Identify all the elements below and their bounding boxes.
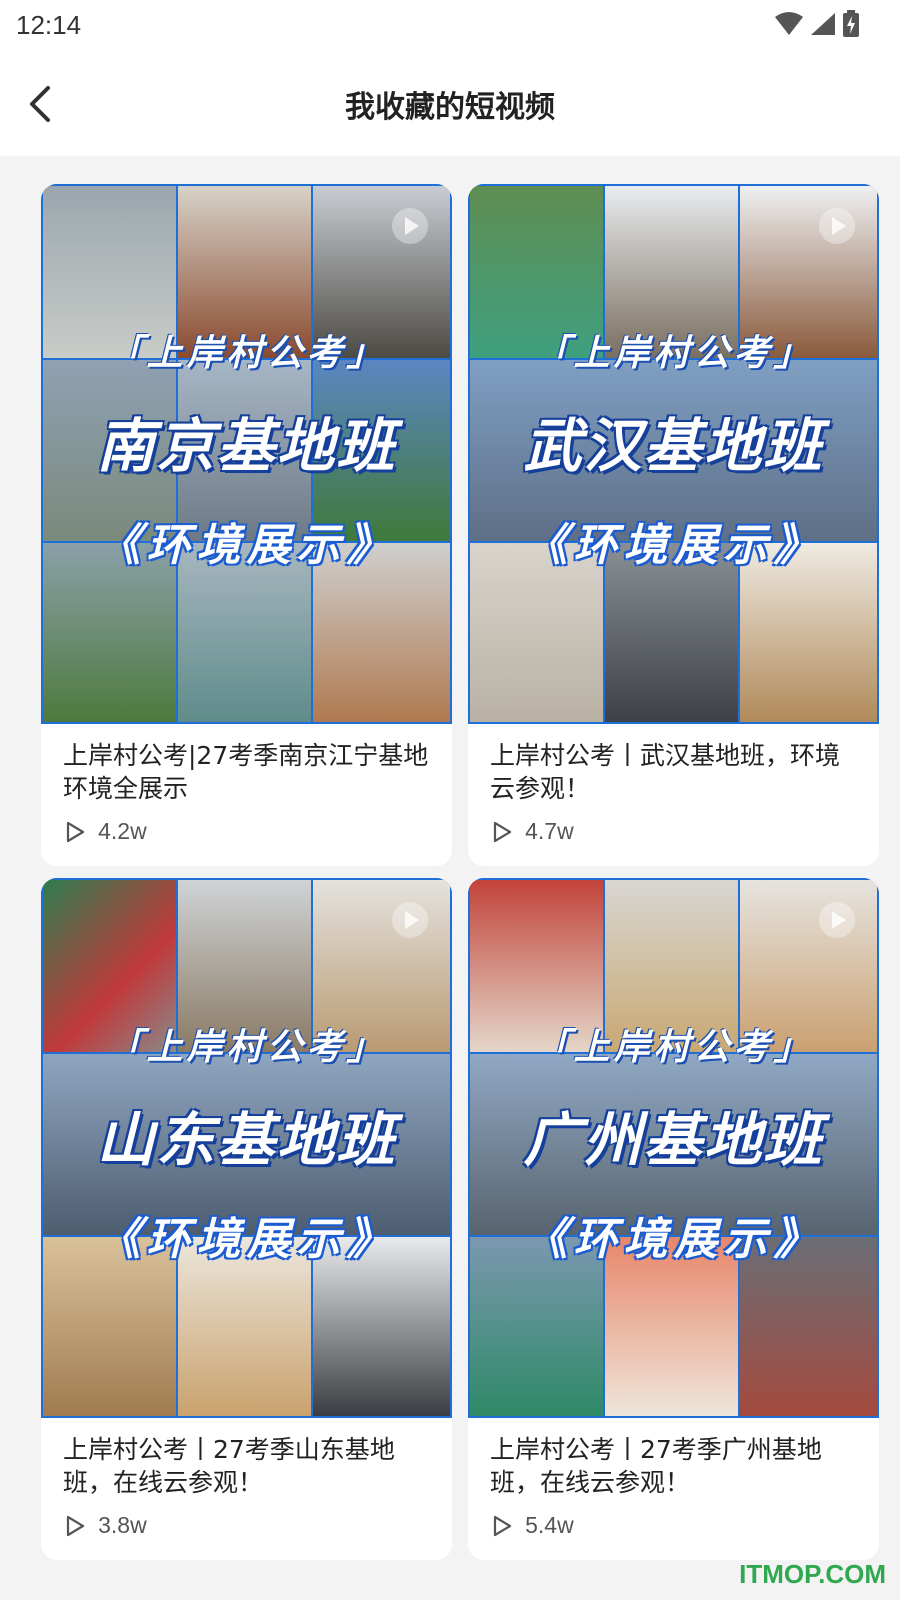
thumb-subtitle: 《环境展示》 bbox=[96, 520, 397, 571]
thumb-brand-text: 「上岸村公考」 bbox=[533, 332, 814, 374]
video-title[interactable]: 上岸村公考丨27考季山东基地班，在线云参观！ bbox=[63, 1433, 434, 1499]
view-count-value: 4.2w bbox=[98, 818, 147, 844]
watermark: ITMOP.COM bbox=[739, 1559, 886, 1589]
thumb-base-title: 武汉基地班 bbox=[523, 412, 824, 480]
play-count-icon bbox=[493, 1515, 512, 1536]
video-card[interactable]: 「上岸村公考」 广州基地班 《环境展示》 上岸村公考丨27考季广州基地班，在线云… bbox=[468, 878, 879, 1560]
view-count-value: 5.4w bbox=[525, 1512, 574, 1538]
view-count: 5.4w bbox=[490, 1512, 574, 1540]
signal-icon bbox=[810, 13, 835, 35]
thumb-base-title: 广州基地班 bbox=[523, 1106, 824, 1174]
wifi-icon bbox=[774, 12, 803, 35]
view-count-value: 3.8w bbox=[98, 1512, 147, 1538]
thumb-subtitle: 《环境展示》 bbox=[523, 1214, 824, 1265]
thumb-base-title: 山东基地班 bbox=[96, 1106, 397, 1174]
video-thumbnail[interactable]: 「上岸村公考」 武汉基地班 《环境展示》 bbox=[468, 184, 879, 724]
header: 我收藏的短视频 bbox=[0, 52, 900, 156]
play-icon bbox=[392, 208, 428, 244]
thumb-base-title: 南京基地班 bbox=[96, 412, 397, 480]
thumb-brand-text: 「上岸村公考」 bbox=[106, 332, 387, 374]
play-count-icon bbox=[66, 821, 85, 842]
video-grid: 「上岸村公考」 南京基地班 《环境展示》 上岸村公考|27考季南京江宁基地环境全… bbox=[0, 156, 900, 1600]
thumb-brand-text: 「上岸村公考」 bbox=[533, 1026, 814, 1068]
thumb-subtitle: 《环境展示》 bbox=[523, 520, 824, 571]
video-card[interactable]: 「上岸村公考」 南京基地班 《环境展示》 上岸村公考|27考季南京江宁基地环境全… bbox=[41, 184, 452, 866]
status-bar: 12:14 bbox=[0, 0, 900, 52]
video-title[interactable]: 上岸村公考|27考季南京江宁基地环境全展示 bbox=[63, 739, 434, 805]
play-icon bbox=[819, 902, 855, 938]
thumb-subtitle: 《环境展示》 bbox=[96, 1214, 397, 1265]
view-count-value: 4.7w bbox=[525, 818, 574, 844]
view-count: 4.2w bbox=[63, 818, 147, 846]
video-thumbnail[interactable]: 「上岸村公考」 南京基地班 《环境展示》 bbox=[41, 184, 452, 724]
status-time: 12:14 bbox=[16, 10, 82, 40]
video-card[interactable]: 「上岸村公考」 山东基地班 《环境展示》 上岸村公考丨27考季山东基地班，在线云… bbox=[41, 878, 452, 1560]
status-icons bbox=[774, 10, 860, 38]
video-card[interactable]: 「上岸村公考」 武汉基地班 《环境展示》 上岸村公考丨武汉基地班，环境云参观！ … bbox=[468, 184, 879, 866]
page-title: 我收藏的短视频 bbox=[345, 90, 555, 125]
view-count: 4.7w bbox=[490, 818, 574, 846]
video-title[interactable]: 上岸村公考丨武汉基地班，环境云参观！ bbox=[490, 739, 861, 805]
video-title[interactable]: 上岸村公考丨27考季广州基地班，在线云参观！ bbox=[490, 1433, 861, 1499]
play-count-icon bbox=[66, 1515, 85, 1536]
view-count: 3.8w bbox=[63, 1512, 147, 1540]
thumb-brand-text: 「上岸村公考」 bbox=[106, 1026, 387, 1068]
play-count-icon bbox=[493, 821, 512, 842]
video-thumbnail[interactable]: 「上岸村公考」 山东基地班 《环境展示》 bbox=[41, 878, 452, 1418]
play-icon bbox=[819, 208, 855, 244]
play-icon bbox=[392, 902, 428, 938]
battery-icon bbox=[843, 10, 859, 37]
video-thumbnail[interactable]: 「上岸村公考」 广州基地班 《环境展示》 bbox=[468, 878, 879, 1418]
